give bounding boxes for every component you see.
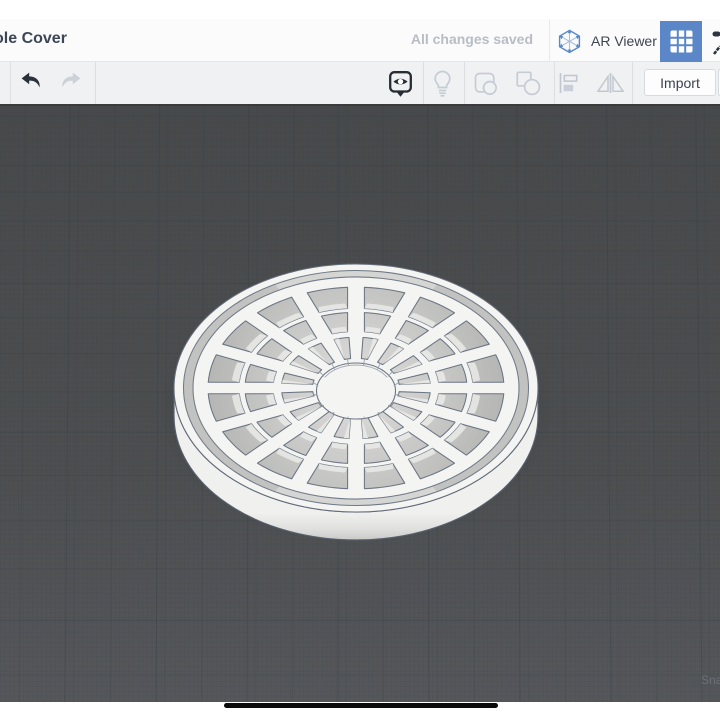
svg-text:Sna: Sna: [701, 673, 720, 687]
